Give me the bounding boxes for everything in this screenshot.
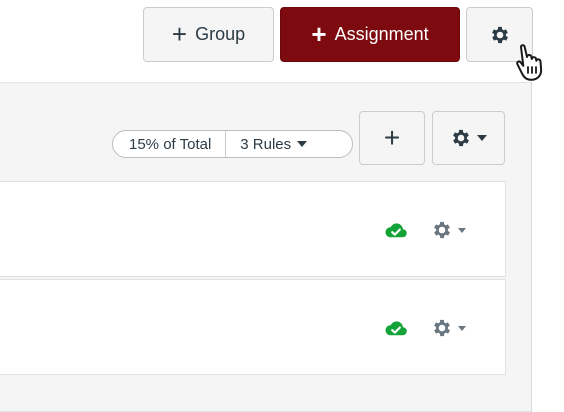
gear-icon [491, 26, 508, 43]
gear-icon [453, 129, 469, 147]
assignment-settings-menu[interactable] [431, 317, 466, 339]
caret-down-icon [477, 135, 487, 141]
add-group-button[interactable]: + Group [143, 7, 274, 62]
cloud-check-icon[interactable] [384, 320, 408, 338]
add-to-group-button[interactable]: + [359, 111, 425, 165]
caret-down-icon [458, 227, 466, 233]
rules-label: 3 Rules [240, 135, 292, 153]
assignment-row[interactable] [0, 181, 506, 277]
plus-icon: + [383, 122, 401, 153]
group-weight-rules-pill[interactable]: 15% of Total 3 Rules [112, 130, 353, 158]
hand-pointer-icon [516, 44, 543, 81]
gear-icon [434, 319, 450, 337]
add-assignment-label: Assignment [334, 24, 429, 44]
rules-dropdown[interactable]: 3 Rules [226, 131, 317, 157]
gear-icon [434, 221, 450, 239]
group-weight-label: 15% of Total [113, 131, 227, 157]
assignment-row[interactable] [0, 279, 506, 375]
plus-icon: + [311, 18, 327, 49]
caret-down-icon [458, 325, 466, 331]
add-group-label: Group [195, 24, 246, 44]
cloud-check-icon[interactable] [384, 222, 408, 240]
group-settings-menu[interactable] [432, 111, 505, 165]
plus-icon: + [171, 18, 188, 49]
caret-down-icon [297, 141, 308, 147]
assignment-settings-menu[interactable] [431, 219, 466, 241]
add-assignment-button[interactable]: + Assignment [280, 7, 460, 62]
